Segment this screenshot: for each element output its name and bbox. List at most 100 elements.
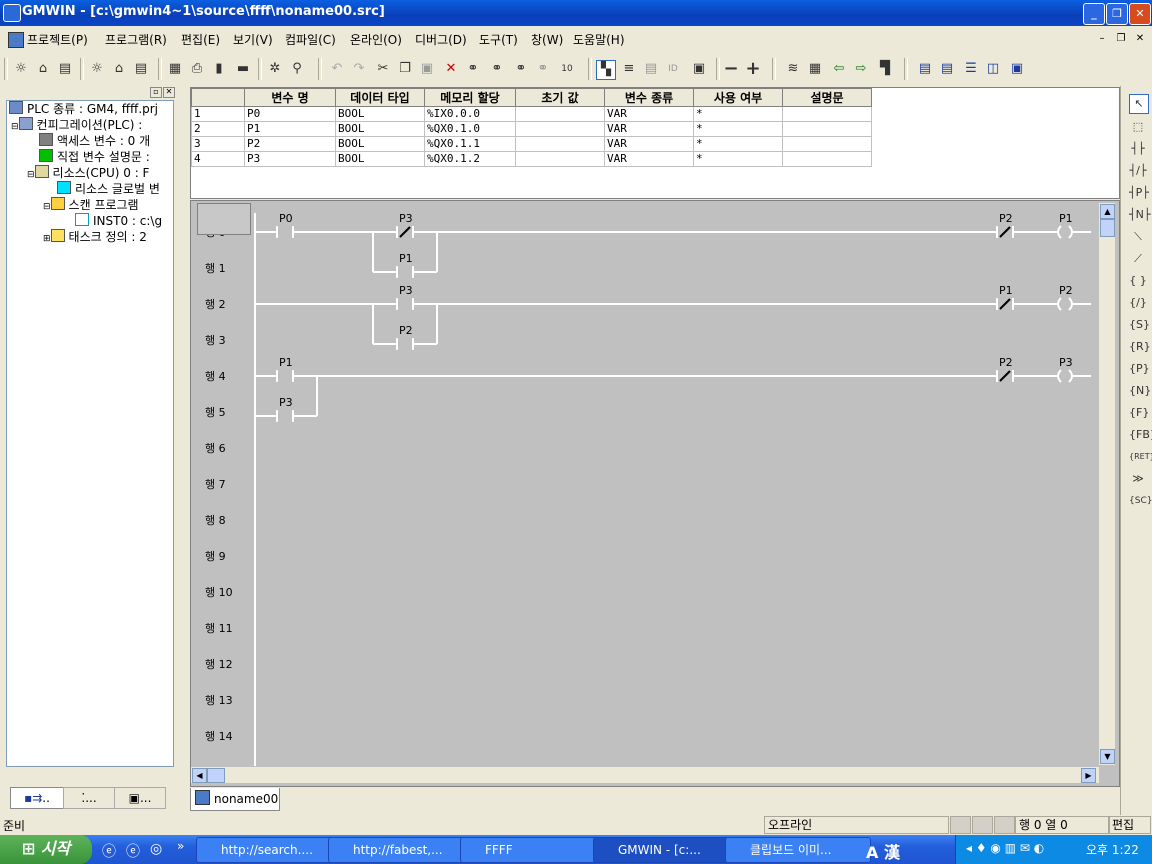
header-data-type[interactable]: 데이터 타입 bbox=[335, 88, 425, 107]
contact-p-icon[interactable]: ┤P├ bbox=[1129, 184, 1149, 202]
print-icon[interactable]: ⎙ bbox=[188, 60, 206, 78]
variable-cell[interactable]: VAR bbox=[604, 106, 694, 122]
header-usage[interactable]: 사용 여부 bbox=[693, 88, 783, 107]
mdi-minimize-button[interactable]: – bbox=[1094, 32, 1110, 46]
coil-p-icon[interactable]: {P} bbox=[1129, 360, 1150, 378]
tree-tab-library[interactable]: ▣... bbox=[114, 787, 166, 809]
variable-cell[interactable]: VAR bbox=[604, 121, 694, 137]
variable-cell[interactable]: 4 bbox=[191, 151, 245, 167]
find-next-icon[interactable]: ⚭ bbox=[534, 60, 552, 78]
header-memory[interactable]: 메모리 할당 bbox=[424, 88, 516, 107]
coil-set-icon[interactable]: {S} bbox=[1129, 316, 1150, 334]
variable-cell[interactable] bbox=[515, 136, 605, 152]
variable-row[interactable]: 1 P0 BOOL %IX0.0.0 VAR * bbox=[191, 106, 872, 122]
sc-icon[interactable]: {SC} bbox=[1129, 492, 1152, 510]
minimize-button[interactable]: _ bbox=[1083, 3, 1105, 25]
menu-project[interactable]: 프로젝트(P) bbox=[27, 31, 88, 48]
coil-icon[interactable]: { } bbox=[1129, 272, 1147, 290]
variable-cell[interactable]: BOOL bbox=[335, 151, 425, 167]
coil-left-arc[interactable] bbox=[1057, 297, 1062, 311]
app-icon[interactable] bbox=[3, 4, 21, 22]
menu-tools[interactable]: 도구(T) bbox=[479, 31, 518, 48]
variable-cell[interactable]: %IX0.0.0 bbox=[424, 106, 516, 122]
ladder-vscroll-thumb[interactable] bbox=[1100, 219, 1115, 237]
ladder-mode-icon[interactable]: ▚ bbox=[596, 60, 616, 80]
open-project-icon[interactable]: ⌂ bbox=[34, 60, 52, 78]
quicklaunch-ie2-icon[interactable]: ⓔ bbox=[126, 841, 140, 861]
variable-cell[interactable]: * bbox=[693, 151, 783, 167]
contact-nc-icon[interactable]: ┤/├ bbox=[1129, 162, 1147, 180]
menu-debug[interactable]: 디버그(D) bbox=[415, 31, 467, 48]
tree-item-scan-program[interactable]: ⊟ 스캔 프로그램 bbox=[7, 197, 173, 213]
tree-item-plc[interactable]: PLC 종류 : GM4, ffff.prj bbox=[7, 101, 173, 117]
jump-icon[interactable]: ≫ bbox=[1129, 470, 1147, 488]
variable-cell[interactable]: %QX0.1.0 bbox=[424, 121, 516, 137]
replace-icon[interactable]: ⚭ bbox=[488, 60, 506, 78]
coil-neg-icon[interactable]: {/} bbox=[1129, 294, 1147, 312]
copy-icon[interactable]: ❐ bbox=[396, 60, 414, 78]
variable-cell[interactable]: BOOL bbox=[335, 106, 425, 122]
variable-cell[interactable]: BOOL bbox=[335, 121, 425, 137]
new-project-icon[interactable]: ☼ bbox=[12, 60, 30, 78]
redo-icon[interactable]: ↷ bbox=[350, 60, 368, 78]
line-diag-icon[interactable]: ⟍ bbox=[1129, 228, 1147, 246]
display-icon[interactable]: ▣ bbox=[690, 60, 708, 78]
ladder-diagram[interactable]: 행 0행 1행 2행 3행 4행 5행 6행 7행 8행 9행 10행 11행 … bbox=[191, 201, 1091, 766]
task-ffff[interactable]: FFFF bbox=[460, 837, 606, 863]
pane-dock-icon[interactable]: ▫ bbox=[150, 87, 162, 98]
line-diag2-icon[interactable]: ⟋ bbox=[1129, 250, 1147, 268]
zoom-out-icon[interactable]: − bbox=[722, 60, 740, 78]
new-program-icon[interactable]: ☼ bbox=[88, 60, 106, 78]
find-var-icon[interactable]: ⚭ bbox=[512, 60, 530, 78]
paste-icon[interactable]: ▣ bbox=[418, 60, 436, 78]
variable-cell[interactable] bbox=[515, 151, 605, 167]
return-icon[interactable]: {RET} bbox=[1129, 448, 1152, 466]
variable-row[interactable]: 2 P1 BOOL %QX0.1.0 VAR * bbox=[191, 121, 872, 137]
comment-icon[interactable]: ▤ bbox=[642, 60, 660, 78]
tree-item-access-vars[interactable]: 액세스 변수 : 0 개 bbox=[7, 133, 173, 149]
tree-hscrollbar[interactable]: ◀ ▶ bbox=[7, 766, 171, 767]
coil-left-arc[interactable] bbox=[1057, 369, 1062, 383]
delete-icon[interactable]: ✕ bbox=[442, 60, 460, 78]
variable-cell[interactable]: 1 bbox=[191, 106, 245, 122]
variable-cell[interactable]: * bbox=[693, 136, 783, 152]
variable-cell[interactable] bbox=[782, 121, 872, 137]
tree-tab-variables[interactable]: ⁚... bbox=[63, 787, 115, 809]
variable-cell[interactable] bbox=[515, 121, 605, 137]
coil-left-arc[interactable] bbox=[1057, 225, 1062, 239]
select-tool-icon[interactable]: ↖ bbox=[1129, 94, 1149, 114]
zoom-in-icon[interactable]: + bbox=[744, 60, 762, 78]
variable-icon[interactable]: ▦ bbox=[166, 60, 184, 78]
open-program-icon[interactable]: ⌂ bbox=[110, 60, 128, 78]
ime-indicator[interactable]: A 漢 bbox=[866, 839, 900, 863]
cascade-icon[interactable]: ▤ bbox=[916, 60, 934, 78]
tree-item-inst0[interactable]: INST0 : c:\g bbox=[7, 213, 173, 229]
pane-close-icon[interactable]: ✕ bbox=[163, 87, 175, 98]
arrange-icon[interactable]: ▣ bbox=[1008, 60, 1026, 78]
arrow-right-icon[interactable]: ⇨ bbox=[852, 60, 870, 78]
io-icon[interactable]: ▜ bbox=[876, 60, 894, 78]
variable-cell[interactable]: 2 bbox=[191, 121, 245, 137]
variable-cell[interactable]: VAR bbox=[604, 151, 694, 167]
variable-cell[interactable]: P1 bbox=[244, 121, 336, 137]
header-initial-value[interactable]: 초기 값 bbox=[515, 88, 605, 107]
variable-cell[interactable] bbox=[782, 151, 872, 167]
link-icon[interactable]: ⚲ bbox=[288, 60, 306, 78]
save-program-icon[interactable]: ▤ bbox=[132, 60, 150, 78]
variable-cell[interactable]: VAR bbox=[604, 136, 694, 152]
header-var-name[interactable]: 변수 명 bbox=[244, 88, 336, 107]
contact-n-icon[interactable]: ┤N├ bbox=[1129, 206, 1150, 224]
stack-icon[interactable]: ≋ bbox=[784, 60, 802, 78]
quicklaunch-ie-icon[interactable]: ⓔ bbox=[102, 841, 116, 861]
save-project-icon[interactable]: ▤ bbox=[56, 60, 74, 78]
tray-icons[interactable]: ◂ ♦ ◉ ▥ ✉ ◐ bbox=[966, 841, 1044, 855]
menu-compile[interactable]: 컴파일(C) bbox=[285, 31, 336, 48]
coil-reset-icon[interactable]: {R} bbox=[1129, 338, 1151, 356]
ladder-hscroll-thumb[interactable] bbox=[207, 768, 225, 783]
variable-cell[interactable]: P0 bbox=[244, 106, 336, 122]
task-clipboard[interactable]: 클립보드 이미... bbox=[725, 837, 871, 863]
arrow-left-icon[interactable]: ⇦ bbox=[830, 60, 848, 78]
start-button[interactable]: ⊞ 시작 bbox=[0, 835, 92, 864]
variable-row[interactable]: 3 P2 BOOL %QX0.1.1 VAR * bbox=[191, 136, 872, 152]
variable-cell[interactable]: * bbox=[693, 106, 783, 122]
